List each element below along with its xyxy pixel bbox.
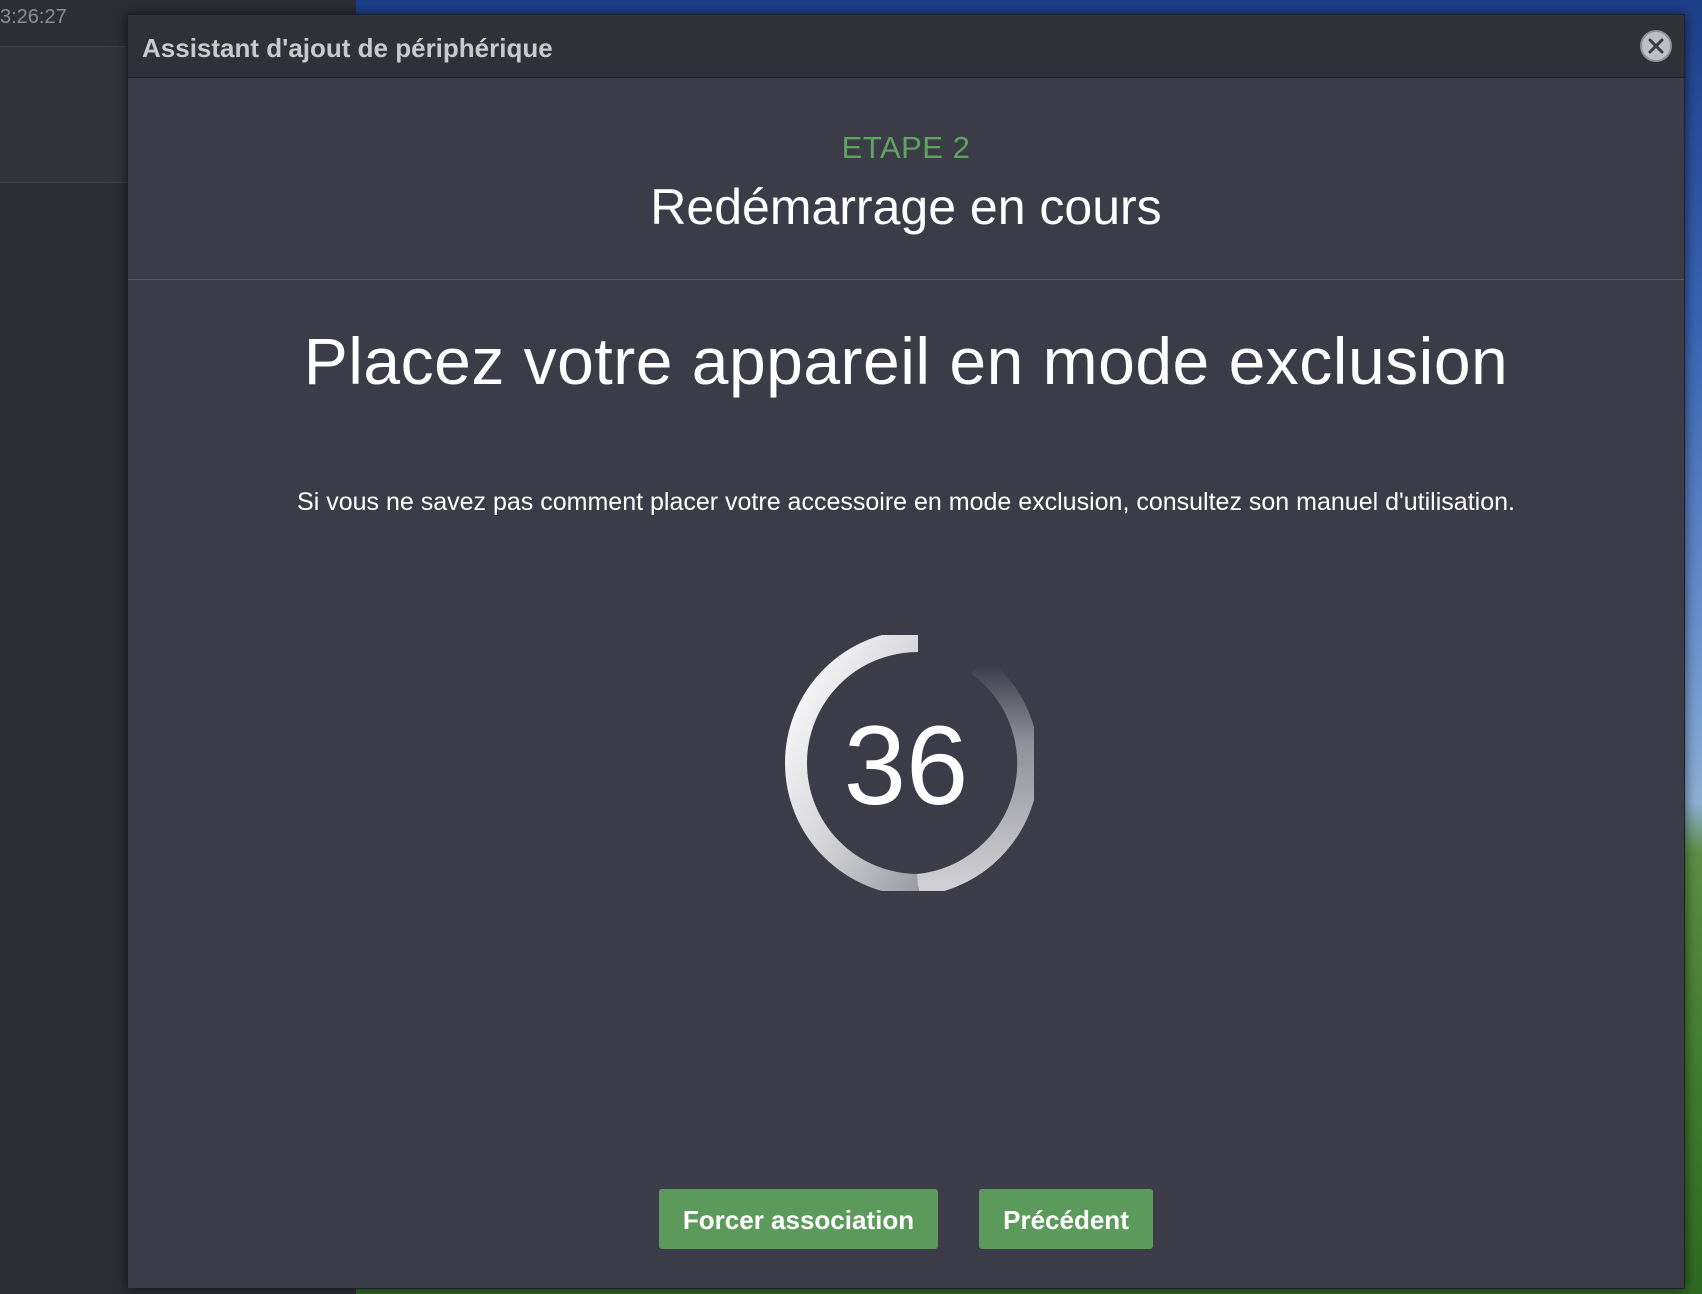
step-header: ETAPE 2 Redémarrage en cours (128, 78, 1684, 280)
device-wizard-modal: Assistant d'ajout de périphérique ETAPE … (127, 14, 1685, 1289)
force-association-button[interactable]: Forcer association (659, 1189, 938, 1249)
background-time-label: 3:26:27 (0, 6, 67, 28)
step-label: ETAPE 2 (841, 130, 971, 165)
screen: 3:26:27 Assistant d'ajout de périphériqu… (0, 0, 1702, 1294)
countdown-value: 36 (843, 703, 969, 828)
step-title: Redémarrage en cours (650, 179, 1162, 235)
modal-header: Assistant d'ajout de périphérique (128, 15, 1684, 78)
close-icon (1648, 38, 1664, 54)
main-heading: Placez votre appareil en mode exclusion (303, 324, 1509, 398)
instruction-text: Si vous ne savez pas comment placer votr… (297, 488, 1515, 516)
close-button[interactable] (1640, 30, 1672, 62)
previous-button[interactable]: Précédent (979, 1189, 1153, 1249)
countdown-timer: 36 (778, 635, 1034, 891)
modal-title: Assistant d'ajout de périphérique (142, 33, 553, 63)
